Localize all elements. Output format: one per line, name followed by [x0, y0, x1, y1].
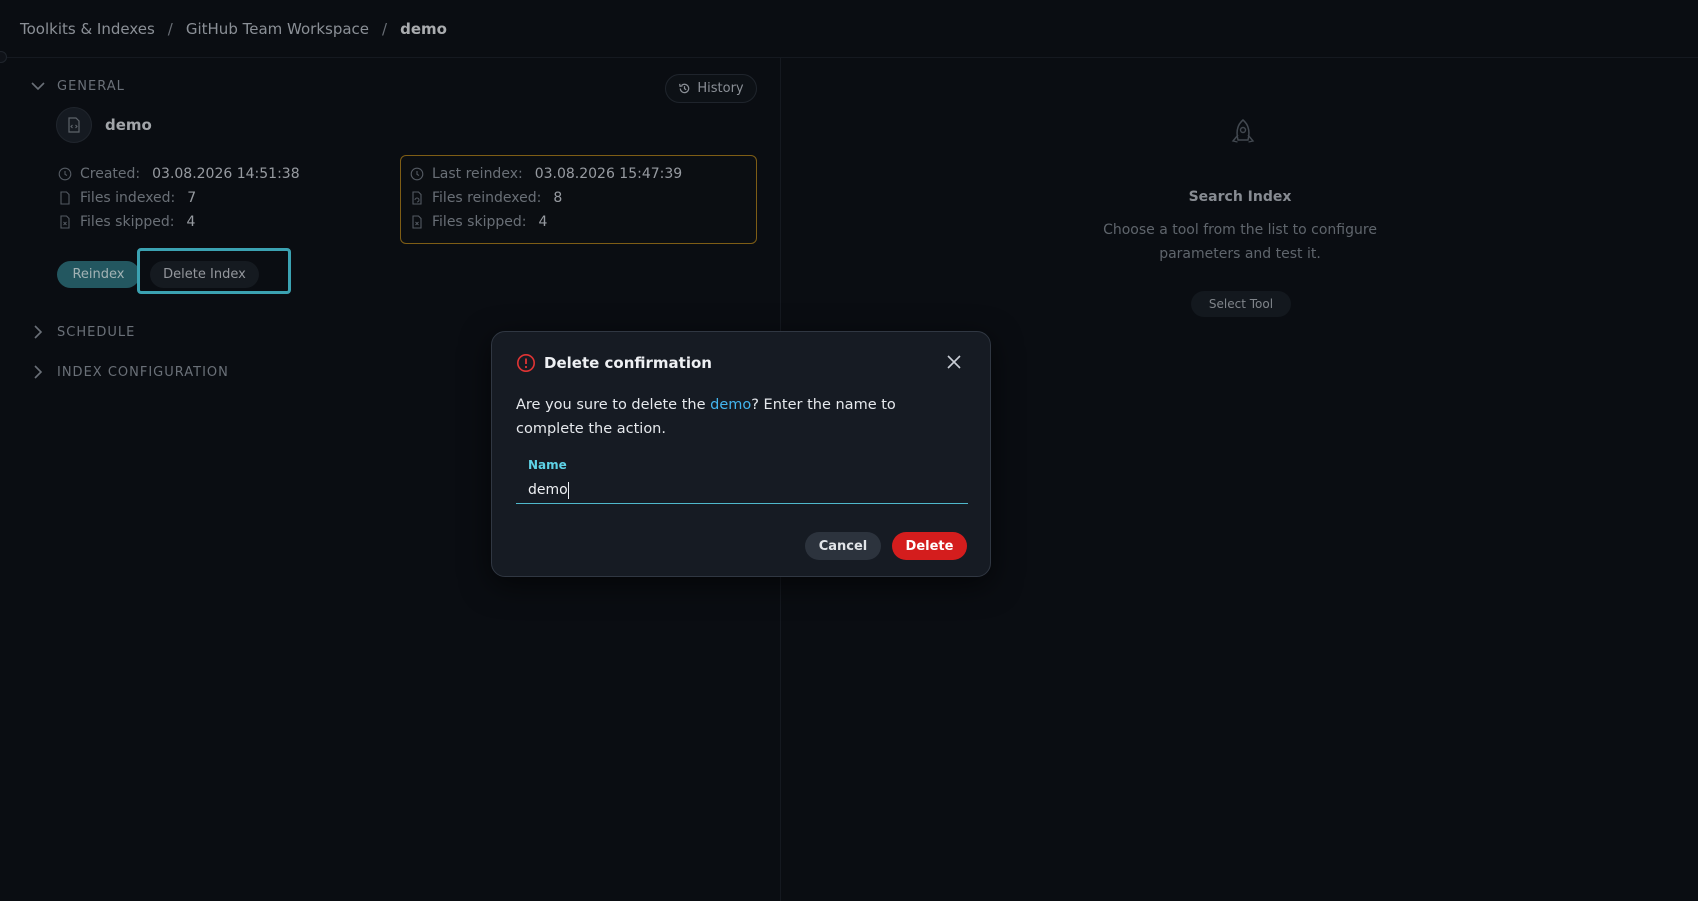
dialog-header: Delete confirmation [516, 353, 712, 373]
dialog-highlight-name: demo [710, 397, 752, 413]
delete-button[interactable]: Delete [892, 532, 967, 560]
delete-confirmation-dialog: Delete confirmation Are you sure to dele… [491, 331, 991, 577]
warning-circle-icon [517, 354, 535, 372]
app-window: Toolkits & Indexes / GitHub Team Workspa… [0, 0, 1698, 901]
dialog-message-start: Are you sure to delete the [516, 397, 711, 413]
text-cursor [568, 482, 569, 499]
dialog-message: Are you sure to delete the demo? Enter t… [516, 393, 968, 441]
name-input[interactable] [516, 477, 968, 504]
name-field-label: Name [528, 458, 567, 472]
close-icon[interactable] [944, 352, 964, 372]
dialog-title: Delete confirmation [544, 354, 712, 372]
cancel-button[interactable]: Cancel [805, 532, 881, 560]
